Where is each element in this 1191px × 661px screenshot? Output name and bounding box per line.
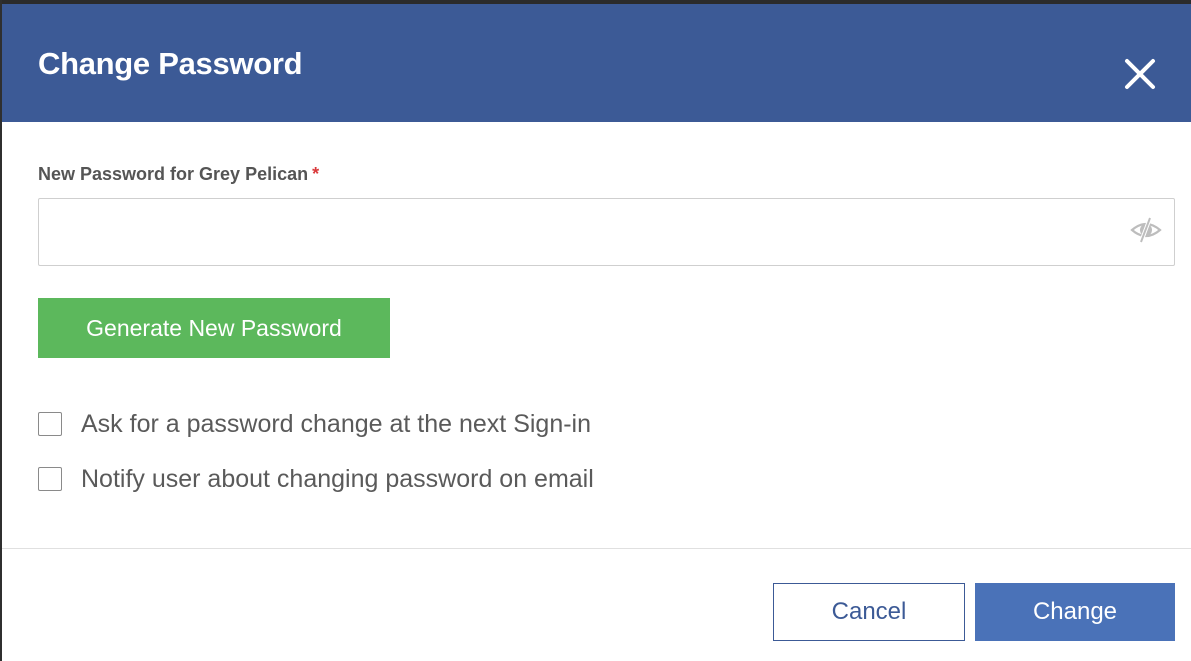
- ask-password-change-checkbox[interactable]: [38, 412, 62, 436]
- notify-user-label: Notify user about changing password on e…: [81, 464, 594, 493]
- ask-password-change-option[interactable]: Ask for a password change at the next Si…: [38, 409, 591, 439]
- eye-slash-icon: [1130, 217, 1162, 243]
- password-field-label-text: New Password for Grey Pelican: [38, 164, 309, 184]
- dialog-header: Change Password: [2, 0, 1191, 122]
- close-icon: [1125, 59, 1155, 89]
- generate-password-button[interactable]: Generate New Password: [38, 298, 390, 358]
- close-button[interactable]: [1118, 52, 1162, 96]
- toggle-password-visibility-button[interactable]: [1129, 215, 1163, 245]
- password-field-label: New Password for Grey Pelican *: [38, 164, 319, 185]
- required-marker: *: [312, 164, 320, 184]
- notify-user-option[interactable]: Notify user about changing password on e…: [38, 464, 594, 494]
- new-password-input[interactable]: [38, 198, 1175, 266]
- cancel-button[interactable]: Cancel: [773, 583, 965, 641]
- footer-divider: [2, 548, 1191, 549]
- change-button[interactable]: Change: [975, 583, 1175, 641]
- dialog-title: Change Password: [38, 46, 303, 81]
- notify-user-checkbox[interactable]: [38, 467, 62, 491]
- ask-password-change-label: Ask for a password change at the next Si…: [81, 409, 592, 438]
- change-password-dialog: Change Password New Password for Grey Pe…: [0, 0, 1191, 661]
